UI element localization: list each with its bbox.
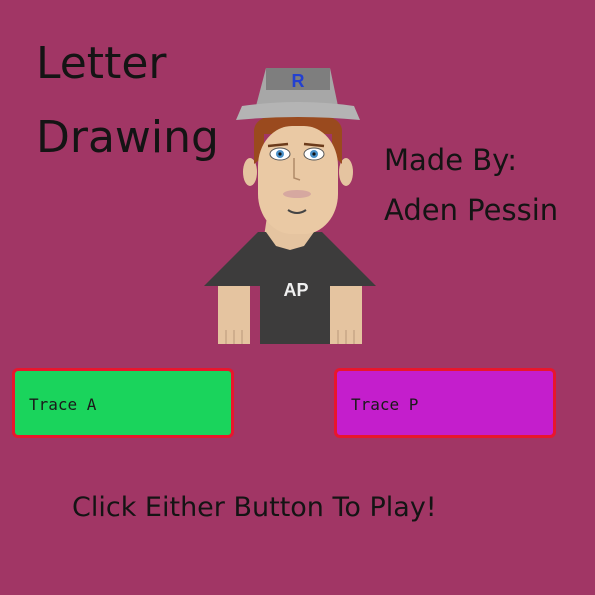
trace-p-button[interactable]: Trace P bbox=[334, 368, 556, 438]
made-by-label: Made By: bbox=[384, 143, 517, 177]
trace-a-button[interactable]: Trace A bbox=[12, 368, 234, 438]
shirt-text: AP bbox=[283, 280, 308, 300]
title-line-2: Drawing bbox=[36, 112, 219, 163]
trace-a-button-label: Trace A bbox=[29, 395, 97, 414]
trace-p-button-label: Trace P bbox=[351, 395, 419, 414]
avatar-illustration: AP R bbox=[200, 60, 380, 350]
avatar-icon: AP R bbox=[204, 68, 376, 344]
title-line-1: Letter bbox=[36, 38, 167, 89]
hat-letter: R bbox=[292, 71, 305, 91]
play-instructions: Click Either Button To Play! bbox=[72, 492, 437, 523]
author-name: Aden Pessin bbox=[384, 193, 559, 227]
